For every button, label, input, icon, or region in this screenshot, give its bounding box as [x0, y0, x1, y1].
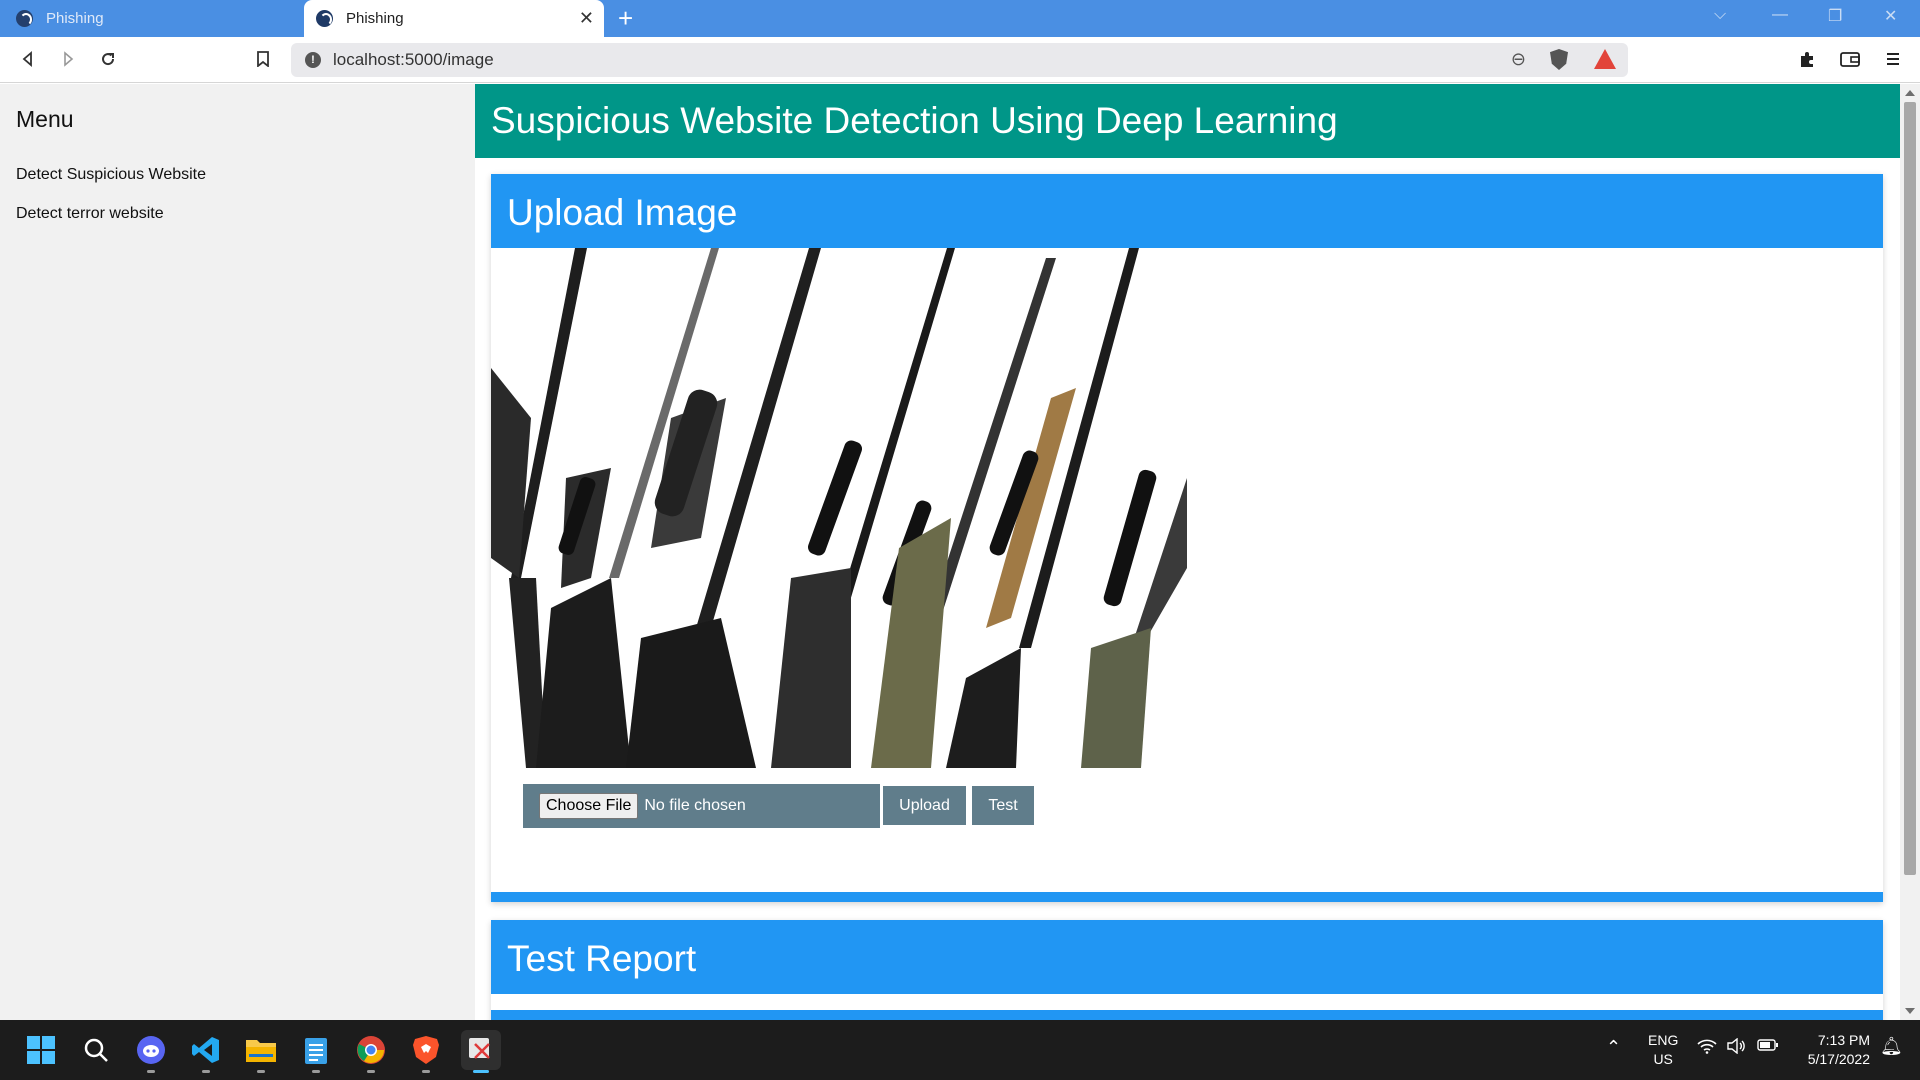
vscode-icon[interactable]: [186, 1030, 226, 1073]
running-indicator: [257, 1070, 265, 1073]
wallet-icon[interactable]: [1837, 46, 1863, 72]
page-title: Suspicious Website Detection Using Deep …: [475, 84, 1900, 158]
scroll-down-arrow-icon[interactable]: [1905, 1008, 1915, 1014]
extensions-icon[interactable]: [1794, 46, 1820, 72]
menu-hamburger-icon[interactable]: [1880, 46, 1906, 72]
browser-tab-strip: Phishing Phishing ✕ + ⌵ — ❐ ✕: [0, 0, 1920, 37]
back-icon[interactable]: [15, 46, 41, 72]
upload-card-title: Upload Image: [491, 174, 1883, 248]
new-tab-icon[interactable]: +: [618, 4, 633, 32]
snipping-tool-icon[interactable]: [461, 1030, 501, 1073]
upload-image-card: Upload Image Choose File No file chosen …: [491, 174, 1883, 902]
page-scrollbar[interactable]: [1900, 84, 1920, 1020]
test-button[interactable]: Test: [972, 786, 1034, 825]
file-explorer-icon[interactable]: [241, 1030, 281, 1073]
chrome-icon[interactable]: [351, 1030, 391, 1073]
test-report-card: Test Report: [491, 920, 1883, 1020]
language-line1: ENG: [1648, 1032, 1679, 1048]
choose-file-button[interactable]: Choose File: [539, 793, 639, 819]
test-report-title: Test Report: [491, 920, 1883, 994]
volume-icon[interactable]: [1727, 1037, 1747, 1059]
tray-overflow-chevron-icon[interactable]: ⌃: [1606, 1038, 1621, 1057]
brave-rewards-icon[interactable]: [1594, 49, 1616, 69]
battery-icon[interactable]: [1757, 1038, 1779, 1057]
notepad-icon[interactable]: [296, 1030, 336, 1073]
windows-start-icon[interactable]: [21, 1030, 61, 1070]
browser-tab-2[interactable]: Phishing ✕: [304, 0, 604, 37]
site-info-icon[interactable]: !: [305, 52, 321, 68]
running-indicator: [202, 1070, 210, 1073]
brave-icon[interactable]: [406, 1030, 446, 1073]
sidebar-item-detect-terror-website[interactable]: Detect terror website: [16, 205, 164, 223]
file-status-text: No file chosen: [644, 797, 746, 814]
scroll-thumb[interactable]: [1904, 102, 1916, 875]
sidebar-title: Menu: [16, 106, 74, 132]
url-text[interactable]: localhost:5000/image: [333, 50, 494, 70]
sidebar: Menu Detect Suspicious Website Detect te…: [0, 84, 475, 1020]
language-indicator[interactable]: ENG US: [1648, 1031, 1678, 1069]
rifle-7: [1081, 469, 1187, 768]
clock[interactable]: 7:13 PM 5/17/2022: [1790, 1031, 1870, 1069]
sidebar-item-detect-suspicious-website[interactable]: Detect Suspicious Website: [16, 166, 206, 184]
browser-toolbar: ! localhost:5000/image ⊖: [0, 37, 1920, 83]
brave-shield-icon[interactable]: [1550, 49, 1568, 70]
scroll-up-arrow-icon[interactable]: [1905, 90, 1915, 96]
windows-taskbar: ⌃ ENG US 7:13 PM 5/17/2022 🔔︎: [0, 1020, 1920, 1080]
globe-icon: [16, 10, 33, 27]
running-indicator: [312, 1070, 320, 1073]
minimize-icon[interactable]: —: [1772, 6, 1788, 24]
notification-bell-icon[interactable]: 🔔︎: [1880, 1037, 1903, 1056]
test-report-strip: [491, 1010, 1883, 1020]
restore-icon[interactable]: ❐: [1828, 6, 1842, 26]
discord-icon[interactable]: [131, 1030, 171, 1073]
tab-title: Phishing: [346, 10, 404, 27]
close-tab-icon[interactable]: ✕: [579, 8, 594, 28]
search-icon[interactable]: [76, 1030, 116, 1070]
running-indicator: [367, 1070, 375, 1073]
uploaded-rifles-image: [491, 248, 1187, 768]
reload-icon[interactable]: [95, 46, 121, 72]
window-close-icon[interactable]: ✕: [1884, 6, 1897, 26]
zoom-icon[interactable]: ⊖: [1511, 49, 1526, 70]
language-line2: US: [1653, 1051, 1673, 1067]
main-content: Suspicious Website Detection Using Deep …: [475, 84, 1900, 1020]
globe-icon: [316, 10, 333, 27]
running-indicator: [147, 1070, 155, 1073]
tab-search-chevron-icon[interactable]: ⌵: [1714, 6, 1726, 24]
running-indicator: [473, 1070, 489, 1073]
clock-time: 7:13 PM: [1817, 1032, 1870, 1048]
wifi-icon[interactable]: [1697, 1038, 1717, 1059]
tab-title: Phishing: [46, 10, 104, 27]
browser-tab-1[interactable]: Phishing: [0, 0, 302, 37]
forward-icon[interactable]: [55, 46, 81, 72]
bookmark-icon[interactable]: [250, 46, 276, 72]
file-input[interactable]: Choose File No file chosen: [523, 784, 880, 828]
address-bar[interactable]: ! localhost:5000/image ⊖: [291, 43, 1628, 77]
running-indicator: [422, 1070, 430, 1073]
upload-button[interactable]: Upload: [883, 786, 966, 825]
clock-date: 5/17/2022: [1807, 1051, 1870, 1067]
